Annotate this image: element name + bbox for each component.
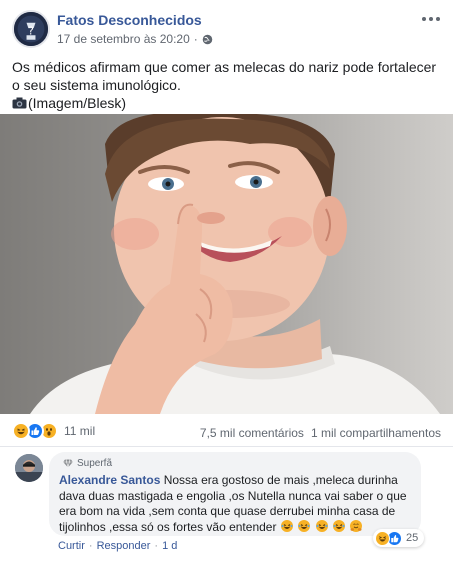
commenter-avatar[interactable] xyxy=(15,454,43,482)
camera-icon xyxy=(12,95,27,109)
like-comment-button[interactable]: Curtir xyxy=(58,540,85,552)
commenter-name[interactable]: Alexandre Santos xyxy=(59,473,160,487)
fan-badge: Superfã xyxy=(63,457,411,470)
laughing-tears-icon xyxy=(332,519,345,532)
divider xyxy=(0,446,453,447)
post-stats: 11 mil 7,5 mil comentários 1 mil compart… xyxy=(0,418,453,446)
engagement-counts: 7,5 mil comentários 1 mil compartilhamen… xyxy=(200,426,441,440)
haha-icon xyxy=(12,422,30,440)
post-credit-line: (Imagem/Blesk) xyxy=(12,94,442,112)
comment-reaction-count: 25 xyxy=(406,532,419,544)
reaction-count[interactable]: 11 mil xyxy=(64,424,95,438)
comment-reactions[interactable]: 25 xyxy=(373,529,425,547)
post-timestamp[interactable]: 17 de setembro às 20:20 xyxy=(57,32,190,46)
reply-button[interactable]: Responder xyxy=(97,540,151,552)
meta-separator: · xyxy=(193,32,198,46)
globe-icon[interactable] xyxy=(202,34,213,45)
badge-label: Superfã xyxy=(77,458,113,469)
laughing-tears-icon xyxy=(280,519,293,532)
laughing-tears-icon xyxy=(298,519,311,532)
post-text: Os médicos afirmam que comer as melecas … xyxy=(12,58,442,112)
hugging-face-icon xyxy=(350,519,363,532)
diamond-icon xyxy=(63,459,73,468)
comment-bubble: Superfã Alexandre Santos Nossa era gosto… xyxy=(49,452,421,536)
comment-age[interactable]: 1 d xyxy=(162,540,177,552)
comments-count-link[interactable]: 7,5 mil comentários xyxy=(200,426,304,440)
comment-body: Alexandre Santos Nossa era gostoso de ma… xyxy=(59,473,411,535)
more-options-icon[interactable] xyxy=(419,9,443,29)
laughing-tears-icon xyxy=(315,519,328,532)
image-credit: (Imagem/Blesk) xyxy=(28,95,127,111)
page-name[interactable]: Fatos Desconhecidos xyxy=(57,12,202,28)
post-reactions[interactable]: 11 mil xyxy=(12,422,95,440)
post-meta: 17 de setembro às 20:20 · xyxy=(57,32,213,46)
haha-icon xyxy=(375,530,390,546)
post-header: ? Fatos Desconhecidos 17 de setembro às … xyxy=(0,0,453,52)
post-photo[interactable] xyxy=(0,114,453,414)
action-separator: · xyxy=(154,540,159,552)
shares-count-link[interactable]: 1 mil compartilhamentos xyxy=(311,426,441,440)
post-text-line: Os médicos afirmam que comer as melecas … xyxy=(12,59,437,93)
comment-actions: Curtir · Responder · 1 d xyxy=(58,540,177,552)
page-avatar[interactable]: ? xyxy=(12,10,50,48)
action-separator: · xyxy=(88,540,93,552)
